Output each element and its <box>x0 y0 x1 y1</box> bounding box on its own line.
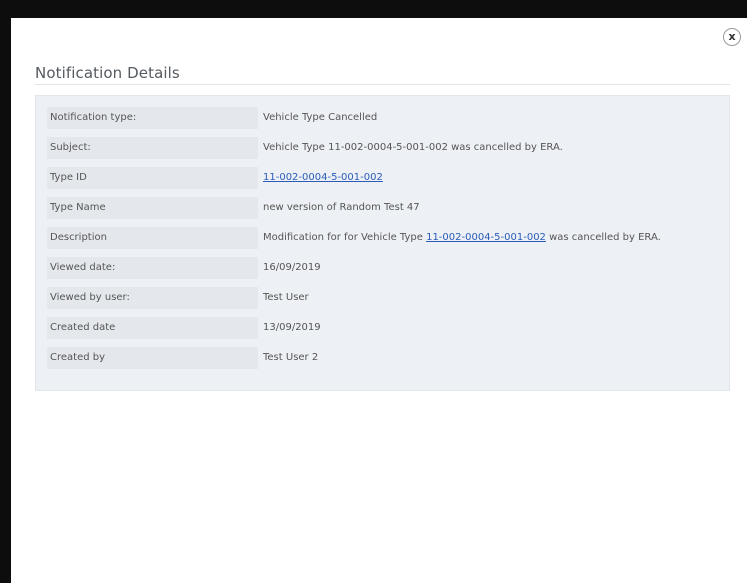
detail-value: Modification for for Vehicle Type 11-002… <box>263 227 661 249</box>
detail-label: Notification type: <box>47 107 258 129</box>
title-divider <box>35 84 730 85</box>
detail-value: Vehicle Type 11-002-0004-5-001-002 was c… <box>263 142 563 153</box>
detail-label: Description <box>47 227 258 249</box>
detail-value: 16/09/2019 <box>263 262 321 273</box>
detail-value: Test User <box>263 292 309 303</box>
detail-value: new version of Random Test 47 <box>263 202 420 213</box>
detail-value: Test User 2 <box>263 352 319 363</box>
detail-row-type-name: Type Name new version of Random Test 47 <box>47 197 727 219</box>
description-text-suffix: was cancelled by ERA. <box>545 232 661 243</box>
detail-value: 11-002-0004-5-001-002 <box>263 167 383 189</box>
detail-row-subject: Subject: Vehicle Type 11-002-0004-5-001-… <box>47 137 727 159</box>
backdrop-left <box>0 0 11 583</box>
notification-details-dialog: x Notification Details Notification type… <box>11 18 747 583</box>
detail-label: Type ID <box>47 167 258 189</box>
backdrop-top <box>0 0 747 18</box>
detail-label: Type Name <box>47 197 258 219</box>
detail-label: Subject: <box>47 137 258 159</box>
detail-row-viewed-date: Viewed date: 16/09/2019 <box>47 257 727 279</box>
detail-label: Viewed date: <box>47 257 258 279</box>
detail-row-created-by: Created by Test User 2 <box>47 347 727 369</box>
detail-row-notification-type: Notification type: Vehicle Type Cancelle… <box>47 107 727 129</box>
details-panel: Notification type: Vehicle Type Cancelle… <box>35 95 730 391</box>
detail-row-type-id: Type ID 11-002-0004-5-001-002 <box>47 167 727 189</box>
detail-row-description: Description Modification for for Vehicle… <box>47 227 727 249</box>
screen: x Notification Details Notification type… <box>0 0 747 583</box>
detail-value: Vehicle Type Cancelled <box>263 112 378 123</box>
detail-label: Created by <box>47 347 258 369</box>
dialog-title: Notification Details <box>35 64 180 82</box>
description-text-prefix: Modification for for Vehicle Type <box>263 232 427 243</box>
detail-row-created-date: Created date 13/09/2019 <box>47 317 727 339</box>
description-type-link[interactable]: 11-002-0004-5-001-002 <box>426 232 546 243</box>
detail-label: Created date <box>47 317 258 339</box>
close-icon[interactable]: x <box>723 28 741 46</box>
detail-label: Viewed by user: <box>47 287 258 309</box>
detail-row-viewed-by-user: Viewed by user: Test User <box>47 287 727 309</box>
type-id-link[interactable]: 11-002-0004-5-001-002 <box>263 172 383 183</box>
detail-value: 13/09/2019 <box>263 322 321 333</box>
